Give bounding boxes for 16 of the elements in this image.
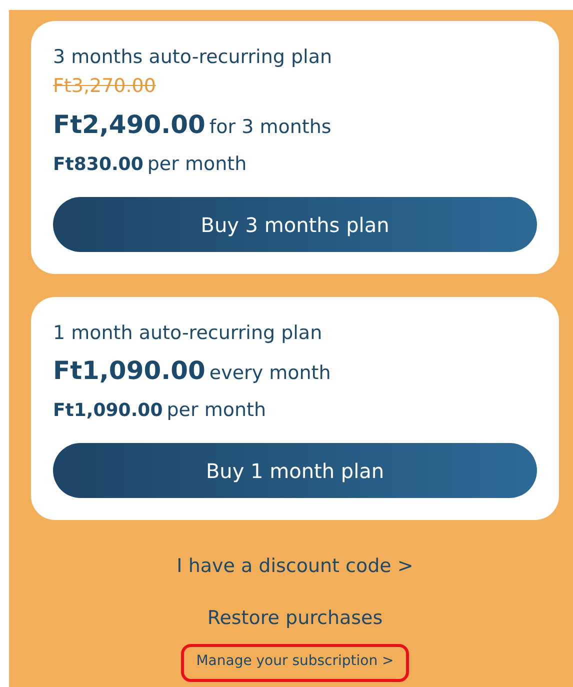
text-link[interactable]: I have a discount code > — [162, 540, 428, 592]
monthly-note: per month — [147, 153, 247, 175]
monthly-price: Ft1,090.00 — [53, 400, 163, 421]
buy-button[interactable]: Buy 1 month plan — [53, 443, 537, 498]
plan-price: Ft1,090.00 — [53, 356, 206, 385]
buy-button[interactable]: Buy 3 months plan — [53, 197, 537, 252]
price-note: every month — [209, 362, 331, 384]
price-note: for 3 months — [209, 116, 332, 138]
plan-price: Ft2,490.00 — [53, 110, 206, 139]
text-link[interactable]: Manage your subscription > — [181, 644, 409, 682]
plan-title: 3 months auto-recurring plan — [53, 45, 334, 70]
monthly-note: per month — [166, 399, 266, 421]
plan-title: 1 month auto-recurring plan — [53, 321, 324, 346]
original-price: Ft3,270.00 — [53, 74, 157, 99]
text-link[interactable]: Restore purchases — [192, 592, 398, 644]
monthly-price: Ft830.00 — [53, 154, 144, 175]
